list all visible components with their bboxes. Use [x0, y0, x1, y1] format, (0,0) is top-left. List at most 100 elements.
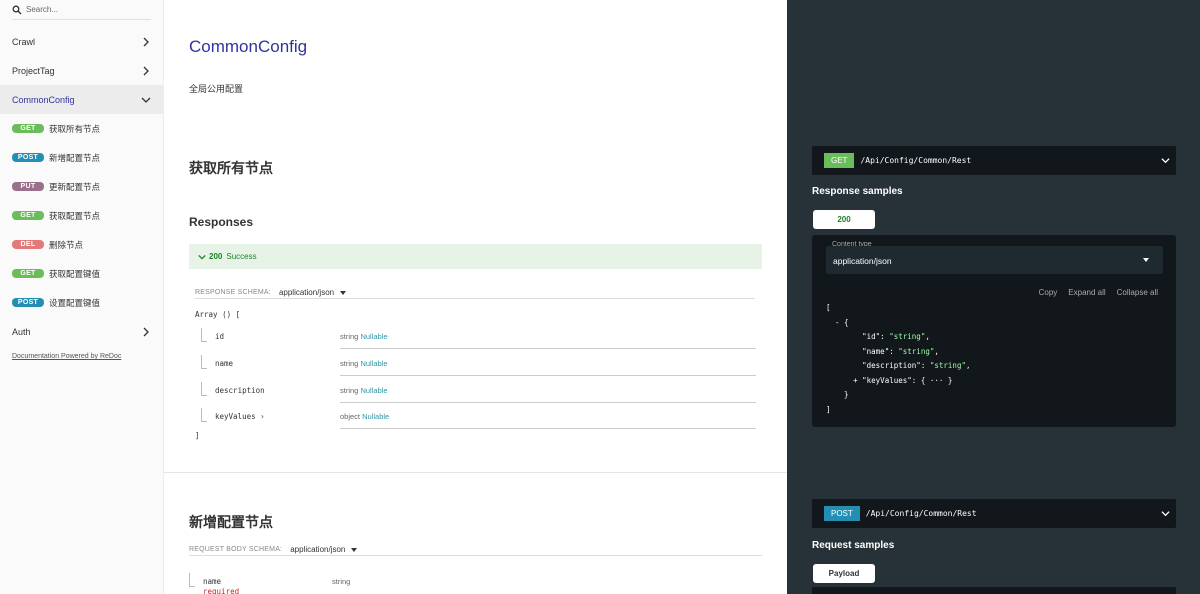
response-sample-box: Content type application/json Copy Expan…	[812, 235, 1176, 427]
sample-tools: Copy Expand all Collapse all	[1039, 288, 1158, 297]
sidebar-op-label: 删除节点	[49, 239, 84, 250]
powered-by-link[interactable]: Documentation Powered by ReDoc	[12, 353, 121, 360]
property-name: id	[215, 332, 225, 341]
sidebar-item-auth[interactable]: Auth	[0, 317, 163, 346]
json-sample: [ - { "id": "string", "name": "string", …	[826, 301, 971, 417]
tree-line	[201, 382, 207, 396]
code-line[interactable]: - {	[826, 316, 971, 331]
schema-property: description string Nullable	[201, 382, 756, 408]
code-line[interactable]: + "keyValues": { ··· }	[826, 374, 971, 389]
sidebar-op-set-keyvalues[interactable]: POST 设置配置键值	[0, 288, 163, 317]
collapse-all-button[interactable]: Collapse all	[1117, 288, 1158, 297]
code-line: }	[826, 390, 849, 399]
schema-type-select[interactable]: application/json	[290, 545, 345, 554]
endpoint-toggle-post[interactable]: POST /Api/Config/Common/Rest	[812, 499, 1176, 528]
dropdown-arrow-icon	[1143, 258, 1149, 262]
sidebar: Search... Crawl ProjectTag CommonConfig …	[0, 0, 164, 594]
property-type: string Nullable	[340, 386, 388, 395]
endpoint-path: /Api/Config/Common/Rest	[865, 509, 977, 518]
operation-title: 新增配置节点	[189, 514, 273, 530]
code-line: ]	[826, 404, 831, 414]
sidebar-op-label: 更新配置节点	[49, 181, 101, 192]
property-type: string Nullable	[340, 359, 388, 368]
code-line: "name": "string",	[826, 346, 939, 356]
section-divider	[164, 472, 787, 473]
schema-label: RESPONSE SCHEMA:	[195, 289, 271, 296]
schema-property: name required string	[189, 573, 744, 594]
sidebar-op-get-all-nodes[interactable]: GET 获取所有节点	[0, 114, 163, 143]
tree-line	[201, 328, 207, 342]
chevron-down-icon	[1161, 158, 1170, 164]
sidebar-op-update-node[interactable]: PUT 更新配置节点	[0, 172, 163, 201]
chevron-down-icon	[198, 254, 206, 260]
sidebar-op-delete-node[interactable]: DEL 删除节点	[0, 230, 163, 259]
response-code: 200	[209, 252, 223, 261]
dropdown-arrow-icon[interactable]	[340, 290, 347, 295]
sidebar-op-get-keyvalues[interactable]: GET 获取配置键值	[0, 259, 163, 288]
sidebar-item-label: ProjectTag	[12, 65, 55, 76]
request-samples-heading: Request samples	[812, 540, 895, 551]
code-line: "id": "string",	[826, 332, 930, 341]
method-badge: POST	[824, 506, 860, 521]
search-box[interactable]: Search...	[12, 0, 151, 20]
content-type-select[interactable]: application/json	[826, 246, 1163, 274]
chevron-right-icon	[143, 327, 149, 336]
chevron-right-icon	[143, 66, 149, 75]
page-description: 全局公用配置	[189, 84, 244, 94]
schema-property-keyvalues[interactable]: keyValues › object Nullable	[201, 408, 756, 434]
response-200-toggle[interactable]: 200 Success	[189, 244, 762, 269]
schema-property: id string Nullable	[201, 328, 756, 354]
request-sample-box	[812, 587, 1176, 594]
dropdown-arrow-icon[interactable]	[351, 547, 358, 552]
sidebar-op-label: 设置配置键值	[49, 297, 101, 308]
property-name: name	[215, 359, 234, 368]
tree-line	[201, 355, 207, 369]
samples-panel: GET /Api/Config/Common/Rest Response sam…	[787, 0, 1200, 594]
schema-type-select[interactable]: application/json	[279, 288, 334, 297]
sidebar-item-crawl[interactable]: Crawl	[0, 27, 163, 56]
content-type-value: application/json	[833, 256, 892, 266]
tab-payload[interactable]: Payload	[813, 564, 875, 583]
code-line: [	[826, 303, 831, 312]
sidebar-item-label: CommonConfig	[12, 94, 75, 105]
tree-line	[201, 408, 207, 422]
expand-all-button[interactable]: Expand all	[1068, 288, 1105, 297]
array-open: Array () [	[195, 310, 241, 319]
endpoint-toggle-get[interactable]: GET /Api/Config/Common/Rest	[812, 146, 1176, 175]
endpoint-path: /Api/Config/Common/Rest	[860, 156, 972, 165]
sidebar-op-get-node[interactable]: GET 获取配置节点	[0, 201, 163, 230]
sidebar-op-add-node[interactable]: POST 新增配置节点	[0, 143, 163, 172]
tab-200[interactable]: 200	[813, 210, 875, 229]
chevron-right-icon	[143, 37, 149, 46]
schema-property: name string Nullable	[201, 355, 756, 381]
responses-heading: Responses	[189, 215, 254, 229]
method-badge: GET	[12, 211, 44, 220]
property-name: name	[203, 577, 222, 586]
copy-button[interactable]: Copy	[1039, 288, 1058, 297]
sidebar-op-label: 新增配置节点	[49, 152, 101, 163]
property-type: object Nullable	[340, 412, 390, 421]
method-badge: POST	[12, 153, 44, 162]
divider	[340, 375, 756, 376]
main-content: CommonConfig 全局公用配置 获取所有节点 Responses 200…	[164, 0, 787, 594]
code-line: "description": "string",	[826, 361, 971, 370]
method-badge: PUT	[12, 182, 44, 191]
chevron-down-icon	[141, 97, 151, 103]
search-icon	[12, 5, 22, 14]
property-type: string Nullable	[340, 332, 388, 341]
sidebar-op-label: 获取配置键值	[49, 268, 101, 279]
sidebar-item-label: Crawl	[12, 36, 36, 47]
schema-label: REQUEST BODY SCHEMA:	[189, 546, 283, 553]
response-label: Success	[226, 252, 257, 261]
sidebar-op-label: 获取所有节点	[49, 123, 101, 134]
method-badge: POST	[12, 298, 44, 307]
chevron-down-icon	[1161, 511, 1170, 517]
tree-line	[189, 573, 195, 587]
method-badge: GET	[12, 269, 44, 278]
search-input[interactable]: Search...	[26, 5, 58, 14]
required-label: required	[203, 587, 240, 594]
sidebar-item-commonconfig[interactable]: CommonConfig	[0, 85, 163, 114]
divider	[340, 402, 756, 403]
property-name[interactable]: keyValues ›	[215, 412, 265, 421]
sidebar-item-projecttag[interactable]: ProjectTag	[0, 56, 163, 85]
